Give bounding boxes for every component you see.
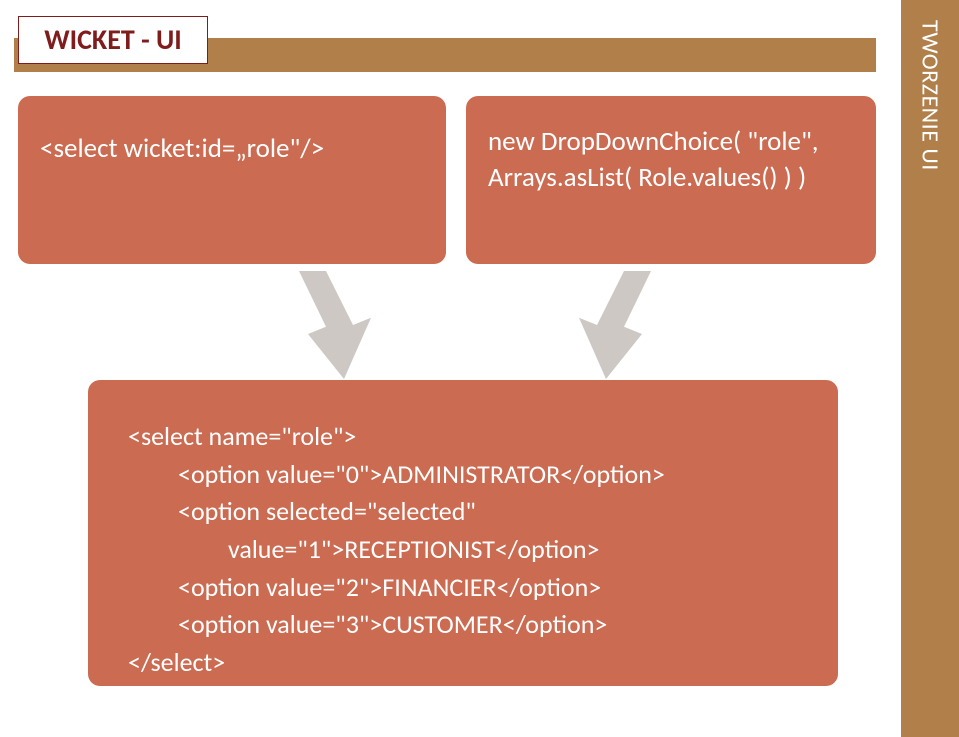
code-line: new DropDownChoice( "role", (488, 124, 854, 160)
slide-title: WICKET - UI (18, 16, 208, 64)
code-line: <option value="3">CUSTOMER</option> (128, 606, 798, 644)
code-line: <select name="role"> (128, 418, 798, 456)
arrow-down-left (290, 270, 380, 380)
code-card-output: <select name="role"> <option value="0">A… (88, 380, 838, 686)
code-line: <select wicket:id=„role"/> (40, 132, 424, 165)
code-line: <option selected="selected" (128, 493, 798, 531)
code-card-html-template: <select wicket:id=„role"/> (18, 96, 446, 264)
sidebar-label: TWORZENIE UI (916, 20, 945, 171)
code-line: value="1">RECEPTIONIST</option> (128, 531, 798, 569)
code-line: Arrays.asList( Role.values() ) ) (488, 160, 854, 196)
right-sidebar: TWORZENIE UI (901, 0, 959, 737)
code-line: <option value="0">ADMINISTRATOR</option> (128, 456, 798, 494)
arrow-down-right (570, 270, 660, 380)
code-line: <option value="2">FINANCIER</option> (128, 569, 798, 607)
code-line: </select> (128, 644, 798, 682)
code-card-java: new DropDownChoice( "role", Arrays.asLis… (466, 96, 876, 264)
